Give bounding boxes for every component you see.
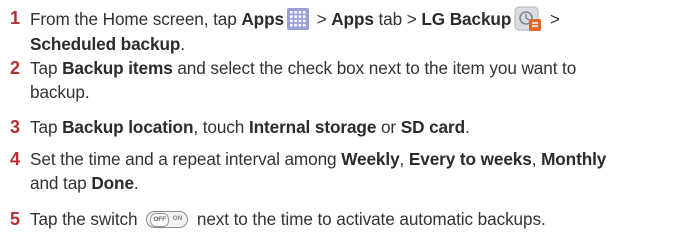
step-number: 2	[10, 58, 20, 78]
instruction-page: 1 From the Home screen, tap Apps > Apps …	[0, 0, 694, 244]
step-5: 5 Tap the switch OFF ON next to the time …	[10, 207, 688, 231]
step-line: Tap Backup location, touch Internal stor…	[30, 115, 688, 139]
off-on-switch-icon: OFF ON	[146, 211, 189, 228]
step-text: .	[180, 34, 185, 54]
step-text: >	[311, 9, 332, 29]
step-1: 1 From the Home screen, tap Apps > Apps …	[10, 6, 688, 56]
ui-term: Done	[91, 173, 134, 193]
step-4: 4 Set the time and a repeat interval amo…	[10, 147, 688, 195]
step-text: tab >	[373, 9, 422, 29]
ui-term: Apps	[241, 9, 284, 29]
ui-term: LG Backup	[421, 9, 512, 29]
step-line: backup.	[10, 80, 688, 104]
ui-term: Monthly	[541, 149, 607, 169]
step-text: , touch	[193, 117, 249, 137]
step-text: and tap	[30, 173, 92, 193]
ui-term: Backup items	[62, 58, 173, 78]
step-number: 4	[10, 149, 20, 169]
step-number: 3	[10, 117, 20, 137]
step-text: next to the time to activate automatic b…	[192, 209, 546, 229]
ui-term: Scheduled backup	[30, 34, 181, 54]
step-number: 1	[10, 8, 20, 28]
step-text: and select the check box next to the ite…	[172, 58, 577, 78]
ui-term: SD card	[400, 117, 465, 137]
step-text: or	[376, 117, 401, 137]
ui-term: Backup location	[62, 117, 194, 137]
step-text: ,	[399, 149, 409, 169]
ui-term: Weekly	[341, 149, 400, 169]
apps-grid-icon	[286, 8, 309, 30]
step-number: 5	[10, 209, 20, 229]
step-text: Set the time and a repeat interval among	[30, 149, 342, 169]
step-text: Tap	[30, 117, 63, 137]
step-text: Tap	[30, 58, 63, 78]
step-line: Tap the switch OFF ON next to the time to…	[30, 207, 688, 231]
step-2: 2 Tap Backup items and select the check …	[10, 56, 688, 104]
step-line: Scheduled backup.	[10, 32, 688, 56]
step-text: >	[545, 9, 560, 29]
step-text: .	[133, 173, 139, 193]
switch-off-label: OFF	[150, 213, 170, 227]
step-line: Tap Backup items and select the check bo…	[30, 56, 688, 80]
step-line: and tap Done.	[10, 171, 688, 195]
ui-term: Internal storage	[248, 117, 377, 137]
ui-term: Every to weeks	[408, 149, 532, 169]
step-text: ,	[531, 149, 542, 169]
step-text: backup.	[30, 82, 90, 102]
step-line: Set the time and a repeat interval among…	[30, 147, 688, 171]
step-text: From the Home screen, tap	[30, 9, 242, 29]
step-3: 3 Tap Backup location, touch Internal st…	[10, 115, 688, 139]
switch-on-label: ON	[172, 215, 183, 222]
step-text: Tap the switch	[30, 209, 143, 229]
step-text: .	[464, 117, 470, 137]
step-line: From the Home screen, tap Apps > Apps ta…	[30, 6, 688, 32]
lg-backup-icon	[514, 6, 542, 32]
ui-term: Apps	[331, 9, 374, 29]
